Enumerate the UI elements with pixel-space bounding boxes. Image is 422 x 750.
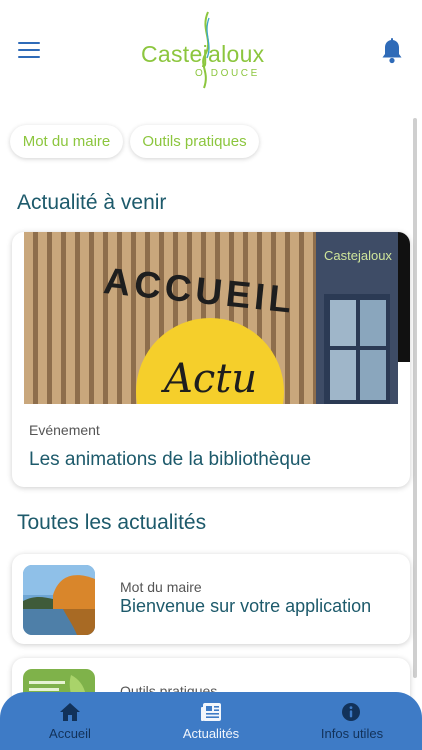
nav-label-infos-utiles: Infos utiles <box>320 726 384 741</box>
featured-news-category: Evénement <box>29 422 100 438</box>
nav-tab-actualites[interactable]: Actualités <box>141 692 281 750</box>
featured-news-title: Les animations de la bibliothèque <box>29 449 312 470</box>
svg-text:Castejaloux: Castejaloux <box>324 248 392 263</box>
bell-icon[interactable] <box>380 38 404 64</box>
section-title-all-news: Toutes les actualités <box>17 511 207 534</box>
chip-outils-pratiques[interactable]: Outils pratiques <box>130 125 259 158</box>
news-title: Bienvenue sur votre application <box>120 596 372 616</box>
featured-news-image: Castejaloux ACCUEIL Actu <box>24 232 398 404</box>
news-list-item[interactable]: Mot du maire Bienvenue sur votre applica… <box>12 554 410 644</box>
chip-mot-du-maire[interactable]: Mot du maire <box>10 125 123 158</box>
news-thumbnail <box>23 565 95 635</box>
logo-subtitle: O DOUCE <box>195 68 260 79</box>
bottom-navigation: Accueil Actualités Infos utiles <box>0 692 422 750</box>
nav-tab-accueil[interactable]: Accueil <box>0 692 140 750</box>
featured-news-card[interactable]: Castejaloux ACCUEIL Actu Evénement Les a… <box>12 232 410 487</box>
castejaloux-logo: Castejaloux O DOUCE <box>138 8 288 90</box>
logo-text: Castejaloux <box>141 41 265 67</box>
hamburger-menu-icon[interactable] <box>18 42 40 60</box>
home-icon <box>60 703 80 721</box>
nav-label-actualites: Actualités <box>182 726 240 741</box>
nav-label-accueil: Accueil <box>49 726 91 741</box>
scrollbar[interactable] <box>413 118 417 678</box>
news-category: Mot du maire <box>120 579 202 595</box>
nav-tab-infos-utiles[interactable]: Infos utiles <box>282 692 422 750</box>
info-icon <box>342 703 360 721</box>
image-edge <box>398 232 410 362</box>
actu-badge: Actu <box>164 356 258 402</box>
lake-landscape-image <box>23 565 95 635</box>
app-header: Castejaloux O DOUCE <box>0 0 422 105</box>
section-title-upcoming: Actualité à venir <box>17 191 167 214</box>
newspaper-icon <box>201 703 221 721</box>
